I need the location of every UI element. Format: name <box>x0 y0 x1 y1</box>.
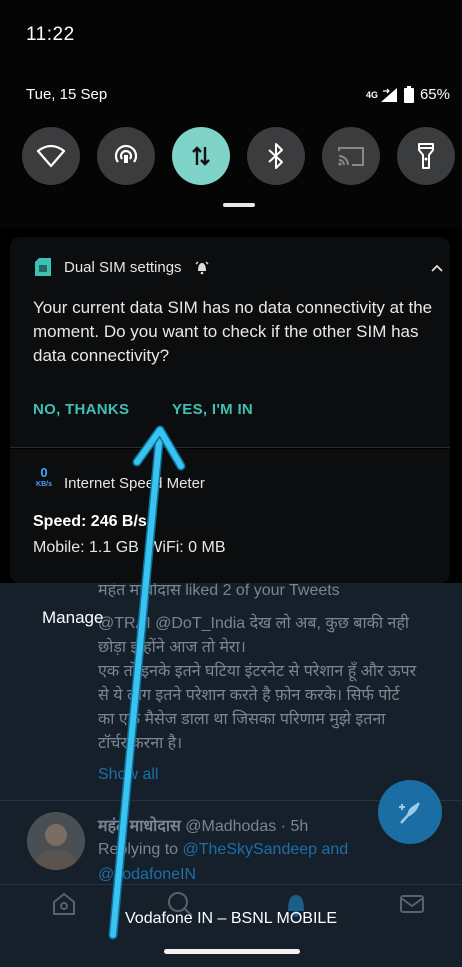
notification-title: Dual SIM settings <box>64 259 182 276</box>
usage-text: Mobile: 1.1 GB WiFi: 0 MB <box>33 539 226 557</box>
compose-tweet-button[interactable] <box>378 780 442 844</box>
network-type: 4G <box>365 89 378 100</box>
wifi-icon <box>36 144 66 168</box>
hotspot-tile[interactable] <box>97 127 155 185</box>
avatar[interactable] <box>27 812 85 870</box>
author-handle: @Madhodas <box>185 818 277 835</box>
status-time: 11:22 <box>26 24 75 45</box>
reply-handles-link[interactable]: @TheSkySandeep and <box>183 841 349 858</box>
reply-more-link[interactable]: @vodafoneIN <box>98 866 196 882</box>
show-all-link[interactable]: Show all <box>98 766 158 784</box>
bluetooth-tile[interactable] <box>247 127 305 185</box>
battery-icon <box>403 86 414 103</box>
status-icons: 4G 65% <box>366 86 450 103</box>
wifi-tile[interactable] <box>22 127 80 185</box>
yes-im-in-button[interactable]: YES, I'M IN <box>172 401 253 418</box>
speed-meter-icon: 0 KB/s <box>36 465 52 488</box>
notification-divider <box>10 447 450 448</box>
hotspot-icon <box>114 144 138 163</box>
sim-card-icon <box>35 258 51 276</box>
reply-context: Replying to @TheSkySandeep and <box>98 841 349 858</box>
flashlight-tile[interactable] <box>397 127 455 185</box>
notification-body: Your current data SIM has no data connec… <box>33 298 433 365</box>
tweet-meta: महंत माधोदास @Madhodas · 5h <box>98 814 308 836</box>
gesture-nav-bar[interactable] <box>164 949 300 954</box>
carrier-label: Vodafone IN – BSNL MOBILE <box>125 910 337 927</box>
wifi-usage: WiFi: 0 MB <box>147 539 226 556</box>
cast-icon <box>338 147 364 166</box>
alert-bell-icon <box>195 261 209 275</box>
status-date: Tue, 15 Sep <box>26 86 108 103</box>
feather-icon <box>399 802 420 824</box>
flashlight-icon <box>418 143 434 169</box>
bluetooth-icon <box>268 143 283 169</box>
speed-meter-title: Internet Speed Meter <box>64 475 205 492</box>
manage-button[interactable]: Manage <box>42 608 103 628</box>
author-name: महंत माधोदास <box>98 818 181 835</box>
data-arrows-icon <box>192 146 210 166</box>
speed-value: Speed: 246 B/s <box>33 513 147 530</box>
expand-handle[interactable] <box>223 203 255 207</box>
tweet-text: @TRAI @DoT_India देख लो अब, कुछ बाकी नही… <box>98 615 417 752</box>
no-thanks-button[interactable]: NO, THANKS <box>33 401 129 418</box>
battery-percent: 65% <box>419 86 450 103</box>
collapse-chevron-icon[interactable] <box>431 264 443 272</box>
cast-tile[interactable] <box>322 127 380 185</box>
nav-divider <box>0 884 462 885</box>
tweet-time: · 5h <box>280 818 309 835</box>
mobile-usage: Mobile: 1.1 GB <box>33 539 139 556</box>
mobile-data-tile[interactable] <box>172 127 230 185</box>
signal-icon <box>380 87 397 102</box>
